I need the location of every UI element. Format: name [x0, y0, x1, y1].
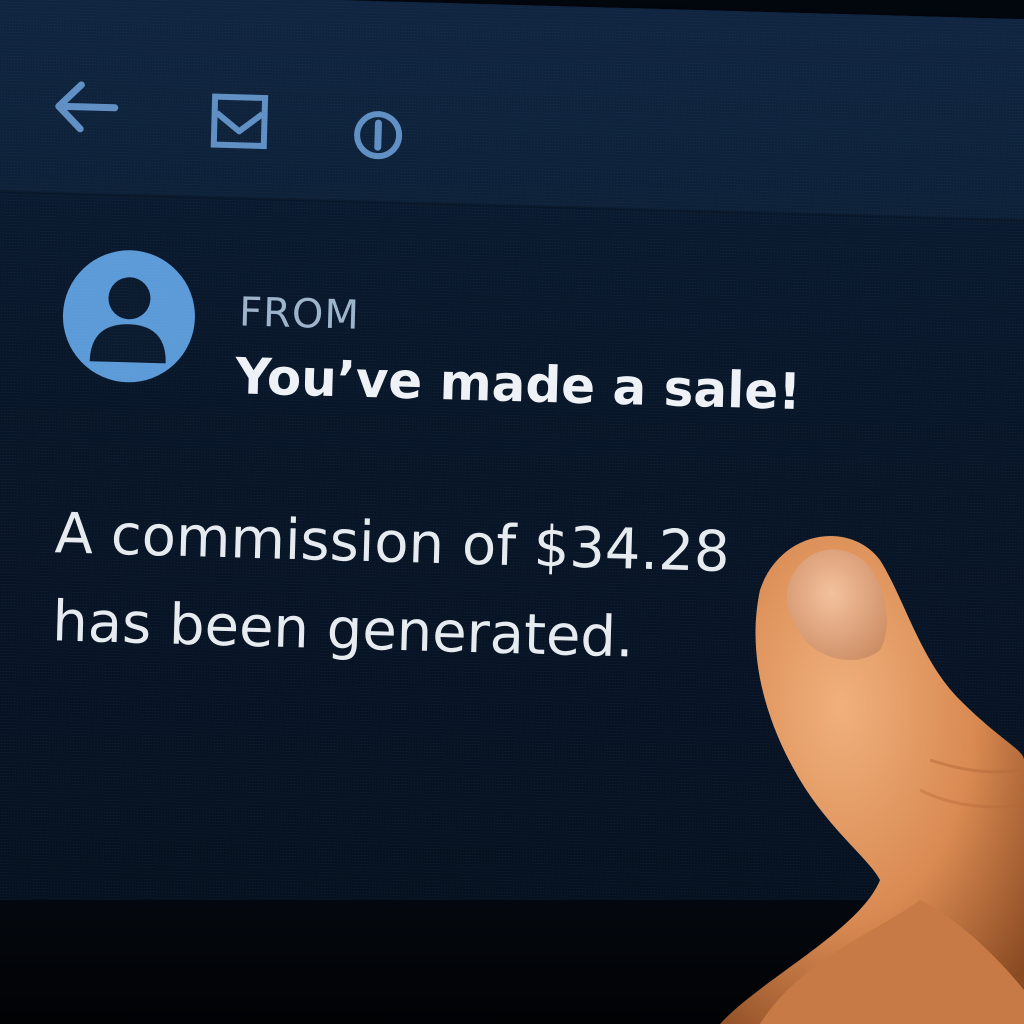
sender-avatar[interactable]	[61, 248, 197, 385]
alert-icon[interactable]	[351, 108, 404, 161]
email-screen: FROM You’ve made a sale! A commission of…	[0, 0, 1024, 950]
from-label: FROM	[238, 289, 361, 339]
email-body: A commission of $34.28 has been generate…	[51, 490, 816, 687]
email-subject: You’ve made a sale!	[234, 347, 802, 422]
user-icon	[89, 277, 166, 364]
photo-scene: FROM You’ve made a sale! A commission of…	[0, 0, 1024, 1024]
back-arrow-icon[interactable]	[50, 76, 122, 138]
screen-bezel-shadow	[0, 900, 1024, 1024]
email-message: FROM You’ve made a sale! A commission of…	[0, 190, 1024, 950]
mail-icon[interactable]	[210, 90, 270, 152]
email-toolbar	[0, 0, 1024, 223]
